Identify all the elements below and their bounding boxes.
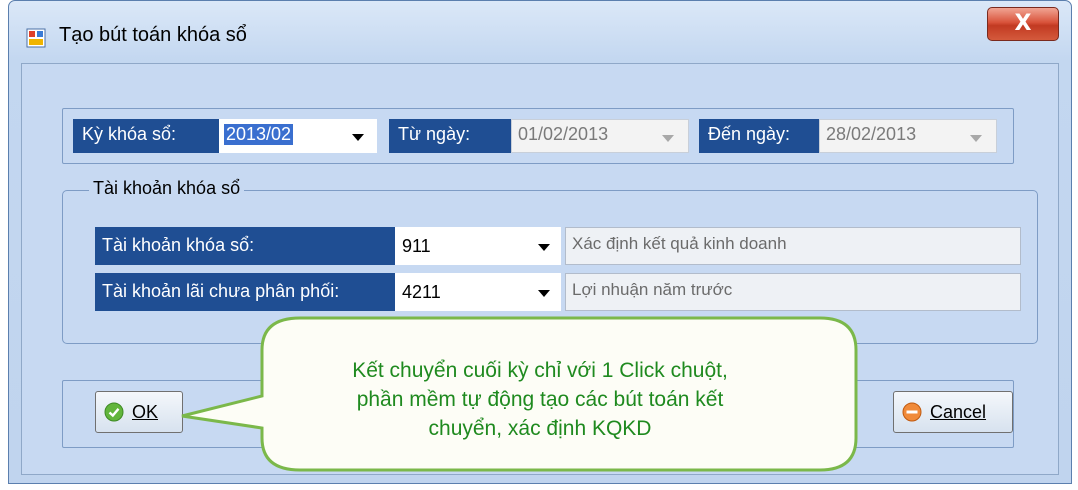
- account-retained-description: Lợi nhuận năm trước: [565, 273, 1021, 311]
- account-close-description: Xác định kết quả kinh doanh: [565, 227, 1021, 265]
- account-retained-description-text: Lợi nhuận năm trước: [572, 280, 733, 299]
- ky-khoa-so-value: 2013/02: [224, 124, 294, 145]
- chevron-down-icon[interactable]: [352, 134, 364, 141]
- account-row-label: Tài khoản khóa sổ:: [95, 227, 395, 265]
- account-close-value: 911: [402, 236, 431, 256]
- period-panel: Kỳ khóa sổ: 2013/02 Từ ngày: 01/02/2013 …: [62, 108, 1014, 164]
- ok-label: OK: [132, 402, 159, 422]
- tu-ngay-value: 01/02/2013: [518, 124, 609, 144]
- ok-button[interactable]: OK: [95, 391, 183, 433]
- chevron-down-icon[interactable]: [538, 244, 550, 251]
- accounts-group: Tài khoản khóa sổ Tài khoản khóa sổ: 911…: [62, 178, 1038, 344]
- den-ngay-label: Đến ngày:: [699, 119, 819, 153]
- den-ngay-value: 28/02/2013: [826, 124, 917, 144]
- account-close-select[interactable]: 911: [395, 227, 561, 265]
- ky-khoa-so-label: Kỳ khóa sổ:: [73, 119, 219, 153]
- account-close-description-text: Xác định kết quả kinh doanh: [572, 234, 787, 253]
- callout-line-2: phần mềm tự động tạo các bút toán kết: [356, 388, 724, 411]
- tu-ngay-date-picker[interactable]: 01/02/2013: [511, 119, 689, 153]
- form-app-icon: [26, 28, 46, 48]
- cancel-label: Cancel: [930, 402, 987, 422]
- minus-circle-icon: [902, 402, 922, 422]
- callout-text: Kết chuyển cuối kỳ chỉ với 1 Click chuột…: [300, 356, 780, 443]
- callout-line-1: Kết chuyển cuối kỳ chỉ với 1 Click chuột…: [352, 359, 728, 382]
- chevron-down-icon[interactable]: [538, 290, 550, 297]
- chevron-down-icon[interactable]: [662, 135, 674, 142]
- chevron-down-icon[interactable]: [970, 135, 982, 142]
- check-circle-icon: [104, 402, 124, 422]
- cancel-button[interactable]: Cancel: [893, 391, 1013, 433]
- title-bar[interactable]: Tạo bút toán khóa sổ X: [9, 1, 1071, 63]
- accounts-group-label: Tài khoản khóa sổ: [89, 178, 245, 199]
- window-title: Tạo bút toán khóa sổ: [59, 24, 247, 46]
- account-retained-select[interactable]: 4211: [395, 273, 561, 311]
- account-row-label: Tài khoản lãi chưa phân phối:: [95, 273, 395, 311]
- close-button[interactable]: X: [987, 7, 1059, 41]
- tu-ngay-label: Từ ngày:: [389, 119, 511, 153]
- callout-line-3: chuyển, xác định KQKD: [428, 417, 652, 440]
- ky-khoa-so-select[interactable]: 2013/02: [219, 119, 377, 153]
- account-retained-value: 4211: [402, 282, 441, 302]
- close-icon: X: [1014, 11, 1032, 36]
- den-ngay-date-picker[interactable]: 28/02/2013: [819, 119, 997, 153]
